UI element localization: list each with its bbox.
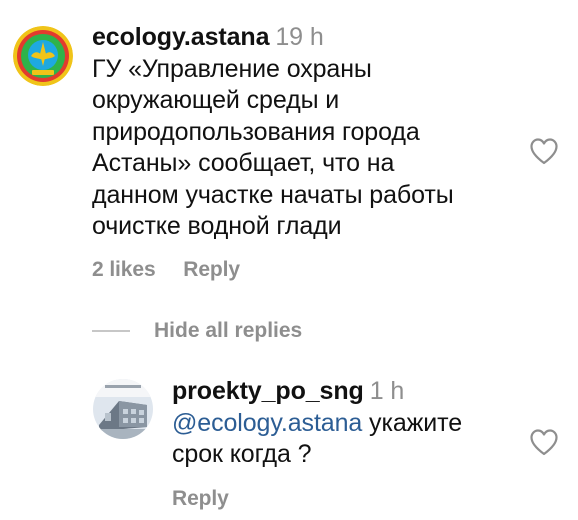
- comment-text-line: данном участке начаты работы: [92, 180, 454, 209]
- comment-timestamp: 19 h: [275, 23, 324, 51]
- reply-text-line: срок когда ?: [172, 440, 312, 468]
- hide-replies-toggle[interactable]: Hide all replies: [92, 316, 302, 346]
- reply-timestamp: 1 h: [369, 377, 405, 405]
- reply-text-line: @ecology.astana укажите: [172, 408, 532, 440]
- comment-text-line: очистке водной глади: [92, 212, 342, 240]
- like-heart-icon[interactable]: [529, 428, 559, 456]
- reply-body: proekty_po_sng 1 h @ecology.astana укажит…: [172, 376, 532, 471]
- comment-text-line: Астаны» сообщает, что на: [92, 149, 395, 177]
- replies-divider: [92, 330, 130, 332]
- hide-replies-label: Hide all replies: [154, 319, 303, 342]
- reply-text-rest: укажите: [362, 408, 463, 437]
- ecology-logo-icon: [13, 26, 73, 86]
- avatar-ecology-astana[interactable]: [13, 26, 73, 86]
- comment-text-line: ГУ «Управление охраны: [92, 54, 372, 83]
- reply-button[interactable]: Reply: [183, 258, 240, 281]
- reply-username[interactable]: proekty_po_sng: [172, 377, 364, 405]
- mention-link[interactable]: @ecology.astana: [172, 409, 362, 437]
- reply-header: proekty_po_sng 1 h: [172, 376, 532, 408]
- comment-text-line: окружающей среды и: [92, 86, 340, 114]
- reply-reply-button[interactable]: Reply: [172, 487, 229, 510]
- comment-actions: 2 likes Reply: [92, 258, 240, 282]
- comment-body: ecology.astana 19 h ГУ «Управление охраны…: [92, 22, 532, 243]
- comment-text-line: природопользования города: [92, 117, 420, 146]
- reply-actions: Reply: [172, 487, 229, 511]
- avatar-proekty-po-sng[interactable]: [93, 379, 153, 439]
- comment-header: ecology.astana 19 h: [92, 22, 532, 54]
- likes-count[interactable]: 2 likes: [92, 258, 156, 281]
- comment-username[interactable]: ecology.astana: [92, 23, 269, 51]
- like-heart-icon[interactable]: [529, 137, 559, 165]
- building-photo-icon: [93, 379, 153, 439]
